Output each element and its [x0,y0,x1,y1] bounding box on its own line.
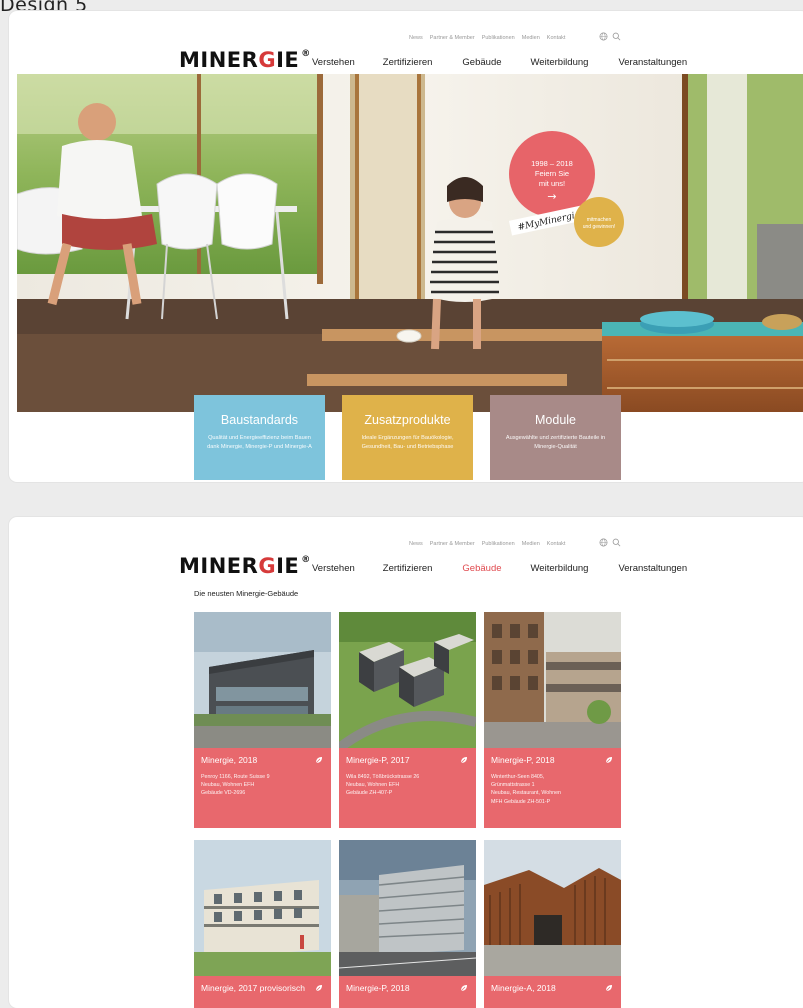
nav-weiterbildung[interactable]: Weiterbildung [531,57,589,68]
utility-link-partner[interactable]: Partner & Member [430,35,475,41]
nav-weiterbildung[interactable]: Weiterbildung [531,563,589,574]
feature-title: Module [535,413,576,427]
building-title: Minergie-P, 2018 [491,755,555,765]
homepage-preview: News Partner & Member Publikationen Medi… [9,11,803,482]
utility-icons [599,32,621,41]
leaf-icon [460,757,467,764]
minergie-logo[interactable]: MINER G IE ® [179,48,311,72]
logo-reg: ® [301,49,311,59]
building-photo [484,840,621,976]
building-info: Minergie, 2017 provisorisch [194,976,331,1008]
badge-line-2: Feiern Sie [535,169,569,178]
feature-title: Zusatzprodukte [364,413,451,427]
utility-link-publikationen[interactable]: Publikationen [482,541,515,547]
feature-zusatzprodukte[interactable]: Zusatzprodukte Ideale Ergänzungen für Ba… [342,395,473,480]
logo-text-g: G [258,48,277,72]
utility-link-kontakt[interactable]: Kontakt [547,35,566,41]
utility-link-publikationen[interactable]: Publikationen [482,35,515,41]
building-title: Minergie, 2017 provisorisch [201,983,305,993]
badge-line-3: mit uns! [539,179,565,188]
utility-link-news[interactable]: News [409,541,423,547]
feature-desc: Qualität und Energieeffizienz beim Bauen… [207,435,312,450]
utility-icons [599,538,621,547]
page-title: Die neusten Minergie-Gebäude [194,589,299,598]
building-photo [484,612,621,748]
utility-nav: News Partner & Member Publikationen Medi… [409,35,565,41]
hero-photo: 1998 – 2018 Feiern Sie mit uns! → #MyMin… [17,74,803,412]
hero-image: 1998 – 2018 Feiern Sie mit uns! → #MyMin… [17,74,803,412]
logo-text-1: MINER [179,48,259,72]
building-photo [194,612,331,748]
nav-zertifizieren[interactable]: Zertifizieren [383,57,433,68]
utility-link-medien[interactable]: Medien [522,541,540,547]
main-nav: Verstehen Zertifizieren Gebäude Weiterbi… [312,57,687,68]
building-title: Minergie, 2018 [201,755,258,765]
building-desc: Winterthur-Seen 8405, Grünmattstrasse 1 … [491,774,561,805]
yellow-badge-line-2: und gewinnen! [583,224,616,230]
utility-nav: News Partner & Member Publikationen Medi… [409,541,565,547]
nav-verstehen[interactable]: Verstehen [312,57,355,68]
building-title: Minergie-A, 2018 [491,983,556,993]
leaf-icon [605,985,612,992]
nav-zertifizieren[interactable]: Zertifizieren [383,563,433,574]
leaf-icon [605,757,612,764]
leaf-icon [315,757,322,764]
nav-veranstaltungen[interactable]: Veranstaltungen [618,563,687,574]
nav-verstehen[interactable]: Verstehen [312,563,355,574]
utility-link-kontakt[interactable]: Kontakt [547,541,566,547]
badge-arrow: → [547,190,556,203]
nav-gebaeude[interactable]: Gebäude [462,563,501,574]
logo-text-2: IE [276,48,300,72]
feature-baustandards[interactable]: Baustandards Qualität und Energieeffizie… [194,395,325,480]
feature-desc: Ideale Ergänzungen für Bauökologie, Gesu… [361,435,454,450]
building-photo [339,612,476,748]
utility-link-partner[interactable]: Partner & Member [430,541,475,547]
utility-link-news[interactable]: News [409,35,423,41]
leaf-icon [315,985,322,992]
search-icon[interactable] [612,32,621,41]
building-info: Minergie-P, 2017 Wila 8492, Tößbrückstra… [339,748,476,828]
building-info: Minergie-A, 2018 [484,976,621,1008]
building-photo [339,840,476,976]
logo-text-1: MINER [179,554,259,578]
main-nav: Verstehen Zertifizieren Gebäude Weiterbi… [312,563,687,574]
globe-icon[interactable] [599,538,608,547]
leaf-icon [460,985,467,992]
logo-text-g: G [258,554,277,578]
building-info: Minergie-P, 2018 [339,976,476,1008]
building-desc: Wila 8492, Tößbrückstrasse 26 Neubau, Wo… [346,774,420,797]
nav-veranstaltungen[interactable]: Veranstaltungen [618,57,687,68]
logo-text-2: IE [276,554,300,578]
globe-icon[interactable] [599,32,608,41]
building-desc: Penroy 1166, Route Suisse 9 Neubau, Wohn… [201,774,270,797]
building-title: Minergie-P, 2018 [346,983,410,993]
building-info: Minergie, 2018 Penroy 1166, Route Suisse… [194,748,331,828]
building-photo [194,840,331,976]
logo-reg: ® [301,555,311,565]
utility-link-medien[interactable]: Medien [522,35,540,41]
feature-title: Baustandards [220,413,299,427]
feature-desc: Ausgewählte und zertifizierte Bauteile i… [505,435,606,450]
feature-module[interactable]: Module Ausgewählte und zertifizierte Bau… [490,395,621,480]
minergie-logo[interactable]: MINER G IE ® [179,554,311,578]
building-title: Minergie-P, 2017 [346,755,410,765]
badge-line-1: 1998 – 2018 [531,159,573,168]
search-icon[interactable] [612,538,621,547]
building-info: Minergie-P, 2018 Winterthur-Seen 8405, G… [484,748,621,828]
nav-gebaeude[interactable]: Gebäude [462,57,501,68]
buildings-page-preview: News Partner & Member Publikationen Medi… [9,517,803,1008]
yellow-badge-line-1: mitmachen [587,217,612,223]
